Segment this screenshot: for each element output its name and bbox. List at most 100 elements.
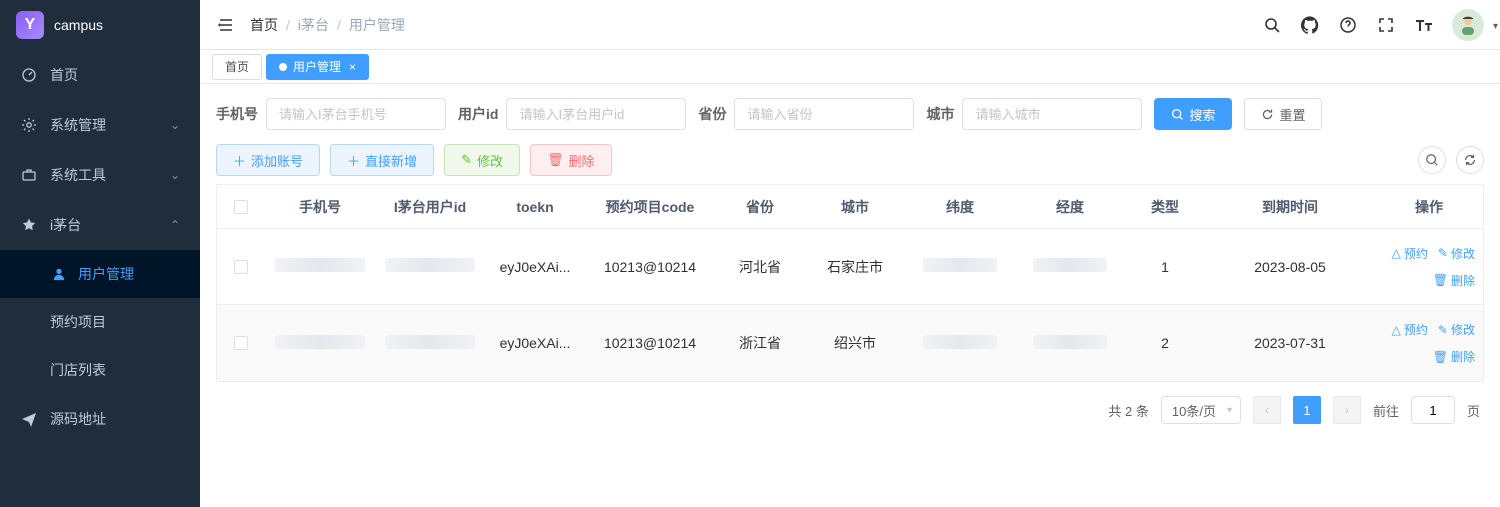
breadcrumb: 首页 / i茅台 / 用户管理	[250, 15, 405, 35]
add-account-button[interactable]: ＋ 添加账号	[216, 144, 320, 176]
link-label: 删除	[1451, 272, 1475, 289]
brand-title: campus	[54, 17, 103, 33]
link-label: 修改	[1451, 321, 1475, 338]
breadcrumb-item: 用户管理	[349, 15, 405, 35]
font-size-icon[interactable]	[1414, 15, 1434, 35]
active-dot-icon	[279, 63, 287, 71]
td-lat	[905, 335, 1015, 352]
redacted-value	[923, 258, 997, 272]
button-label: 搜索	[1189, 105, 1215, 124]
select-all-checkbox[interactable]	[234, 200, 248, 214]
sidebar-subitem-label: 预约项目	[50, 312, 106, 332]
filter-phone: 手机号	[216, 98, 446, 130]
breadcrumb-item[interactable]: 首页	[250, 15, 278, 35]
gear-icon	[20, 117, 38, 133]
github-icon[interactable]	[1300, 15, 1320, 35]
avatar[interactable]: ▾	[1452, 9, 1484, 41]
th: toekn	[485, 199, 585, 215]
sidebar-subitem-label: 用户管理	[78, 264, 134, 284]
td-type: 2	[1125, 335, 1205, 351]
td-lat	[905, 258, 1015, 275]
jump-prefix: 前往	[1373, 401, 1399, 420]
page-number[interactable]: 1	[1293, 396, 1321, 424]
link-label: 预约	[1404, 245, 1428, 262]
th: 手机号	[265, 197, 375, 217]
td-expire: 2023-08-05	[1205, 259, 1375, 275]
sidebar-item-label: 源码地址	[50, 409, 180, 429]
sidebar-nav: 首页 系统管理 ⌄ 系统工具 ⌄ i茅台 ⌃ 用户管理 预约项目 门店	[0, 50, 200, 444]
sidebar-subitem-stores[interactable]: 门店列表	[0, 346, 200, 394]
fullscreen-icon[interactable]	[1376, 15, 1396, 35]
topbar: 首页 / i茅台 / 用户管理 ▾	[200, 0, 1500, 50]
prev-page-button[interactable]: ‹	[1253, 396, 1281, 424]
userid-input[interactable]	[506, 98, 686, 130]
breadcrumb-item[interactable]: i茅台	[298, 15, 329, 35]
td-phone	[265, 335, 375, 352]
redacted-value	[385, 335, 475, 349]
user-icon	[50, 267, 68, 281]
phone-input[interactable]	[266, 98, 446, 130]
jump-page-input[interactable]	[1411, 396, 1455, 424]
button-label: 修改	[477, 151, 503, 170]
page-size-select[interactable]: 10条/页	[1161, 396, 1241, 424]
sidebar-item-systools[interactable]: 系统工具 ⌄	[0, 150, 200, 200]
refresh-icon[interactable]	[1456, 146, 1484, 174]
close-icon[interactable]: ×	[349, 60, 356, 74]
redacted-value	[275, 258, 365, 272]
city-input[interactable]	[962, 98, 1142, 130]
filter-label: 省份	[698, 104, 726, 124]
sidebar-subitem-reservations[interactable]: 预约项目	[0, 298, 200, 346]
redacted-value	[1033, 335, 1107, 349]
chevron-down-icon: ▾	[1493, 21, 1498, 32]
row-checkbox[interactable]	[234, 336, 248, 350]
th: 纬度	[905, 197, 1015, 217]
sidebar: Y campus 首页 系统管理 ⌄ 系统工具 ⌄ i茅台 ⌃ 用户管理	[0, 0, 200, 507]
sidebar-item-label: i茅台	[50, 215, 170, 235]
edit-button[interactable]: ✎ 修改	[444, 144, 520, 176]
search-icon[interactable]	[1262, 15, 1282, 35]
sidebar-item-home[interactable]: 首页	[0, 50, 200, 100]
redacted-value	[385, 258, 475, 272]
province-input[interactable]	[734, 98, 914, 130]
delete-button[interactable]: 🗑 删除	[530, 144, 612, 176]
th: 经度	[1015, 197, 1125, 217]
td-token: eyJ0eXAi...	[485, 335, 585, 351]
tab-home[interactable]: 首页	[212, 54, 262, 80]
main: 首页 / i茅台 / 用户管理 ▾ 首页 用户管理× 手机号	[200, 0, 1500, 507]
action-bar: ＋ 添加账号 ＋ 直接新增 ✎ 修改 🗑 删除	[216, 144, 1484, 176]
reset-button[interactable]: 重置	[1244, 98, 1322, 130]
sidebar-item-source[interactable]: 源码地址	[0, 394, 200, 444]
td-province: 浙江省	[715, 333, 805, 353]
quick-add-button[interactable]: ＋ 直接新增	[330, 144, 434, 176]
sidebar-item-imaotai[interactable]: i茅台 ⌃	[0, 200, 200, 250]
filter-label: 手机号	[216, 104, 258, 124]
table-row: eyJ0eXAi... 10213@10214 河北省 石家庄市 1 2023-…	[217, 229, 1483, 305]
hide-search-icon[interactable]	[1418, 146, 1446, 174]
row-edit-link[interactable]: ✎修改	[1438, 245, 1475, 262]
row-checkbox[interactable]	[234, 260, 248, 274]
td-phone	[265, 258, 375, 275]
sidebar-item-sysmgmt[interactable]: 系统管理 ⌄	[0, 100, 200, 150]
sidebar-submenu-imaotai: 用户管理 预约项目 门店列表	[0, 250, 200, 394]
tab-users[interactable]: 用户管理×	[266, 54, 369, 80]
sidebar-subitem-users[interactable]: 用户管理	[0, 250, 200, 298]
sidebar-subitem-label: 门店列表	[50, 360, 106, 380]
redacted-value	[923, 335, 997, 349]
help-icon[interactable]	[1338, 15, 1358, 35]
link-label: 删除	[1451, 348, 1475, 365]
filter-label: 用户id	[458, 104, 498, 124]
search-button[interactable]: 搜索	[1154, 98, 1232, 130]
jump-suffix: 页	[1467, 401, 1480, 420]
row-reserve-link[interactable]: △预约	[1392, 321, 1428, 338]
brand: Y campus	[0, 0, 200, 50]
next-page-button[interactable]: ›	[1333, 396, 1361, 424]
row-edit-link[interactable]: ✎修改	[1438, 321, 1475, 338]
td-code: 10213@10214	[585, 335, 715, 351]
td-city: 石家庄市	[805, 257, 905, 277]
row-delete-link[interactable]: 🗑删除	[1433, 348, 1475, 365]
td-lng	[1015, 335, 1125, 352]
filter-province: 省份	[698, 98, 914, 130]
row-delete-link[interactable]: 🗑删除	[1433, 272, 1475, 289]
sidebar-toggle-icon[interactable]	[216, 15, 236, 35]
row-reserve-link[interactable]: △预约	[1392, 245, 1428, 262]
